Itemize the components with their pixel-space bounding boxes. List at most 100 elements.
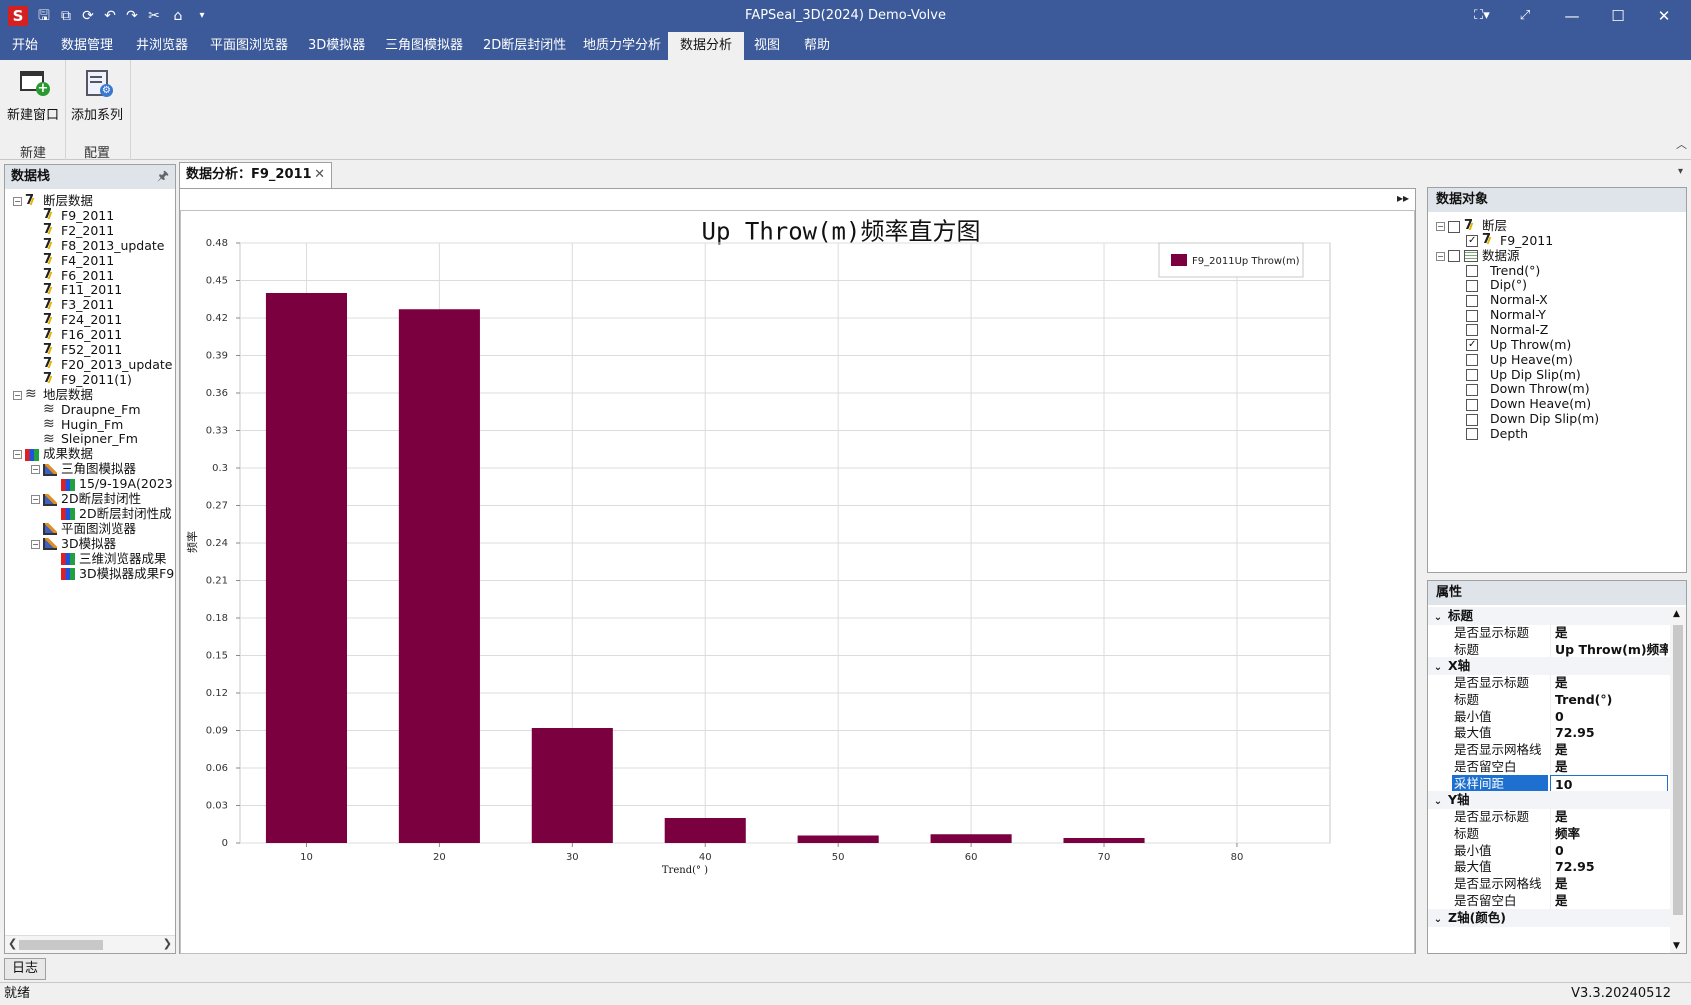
- maximize-button[interactable]: ☐: [1598, 4, 1638, 28]
- data-object-item[interactable]: Normal-X: [1466, 292, 1548, 308]
- property-value[interactable]: Trend(°): [1550, 690, 1668, 709]
- data-object-item[interactable]: Normal-Z: [1466, 322, 1548, 338]
- checkbox[interactable]: [1466, 354, 1478, 367]
- tree-item[interactable]: Sleipner_Fm: [31, 431, 138, 447]
- add-series-button[interactable]: ⚙ 添加系列: [66, 66, 128, 126]
- data-object-item[interactable]: Depth: [1466, 426, 1528, 442]
- property-value[interactable]: 是: [1550, 623, 1668, 642]
- minimize-button[interactable]: —: [1552, 4, 1592, 28]
- collapse-toggle-icon[interactable]: −: [31, 465, 40, 475]
- tree-item[interactable]: − 3D模拟器: [31, 536, 116, 552]
- property-value[interactable]: 72.95: [1550, 724, 1668, 743]
- checkbox[interactable]: [1466, 398, 1478, 411]
- chevron-down-icon[interactable]: ⌄: [1428, 911, 1448, 929]
- menu-triangle-simulator[interactable]: 三角图模拟器: [373, 32, 475, 60]
- tree-item[interactable]: 平面图浏览器: [31, 521, 136, 537]
- data-object-item[interactable]: Up Dip Slip(m): [1466, 367, 1581, 383]
- scroll-down-icon[interactable]: ▼: [1673, 941, 1680, 951]
- collapse-toggle-icon[interactable]: −: [31, 539, 40, 549]
- menu-help[interactable]: 帮助: [792, 32, 842, 60]
- data-object-item[interactable]: Normal-Y: [1466, 307, 1546, 323]
- property-row[interactable]: 标题 Up Throw(m)频率直: [1428, 640, 1670, 659]
- tree-item[interactable]: − 三角图模拟器: [31, 461, 136, 477]
- property-group[interactable]: ⌄ Y轴: [1428, 791, 1670, 810]
- menu-3d-simulator[interactable]: 3D模拟器: [296, 32, 377, 60]
- scrollbar-thumb[interactable]: [19, 940, 103, 950]
- property-group[interactable]: ⌄ X轴: [1428, 657, 1670, 676]
- menu-2d-fault-seal[interactable]: 2D断层封闭性: [471, 32, 578, 60]
- menu-start[interactable]: 开始: [0, 32, 50, 60]
- property-row[interactable]: 是否显示标题 是: [1428, 808, 1670, 826]
- property-value[interactable]: 72.95: [1550, 858, 1668, 877]
- scroll-up-icon[interactable]: ▲: [1673, 609, 1680, 619]
- close-tab-icon[interactable]: ✕: [314, 163, 325, 187]
- menu-data-analysis[interactable]: 数据分析: [668, 32, 745, 60]
- checkbox[interactable]: [1466, 428, 1478, 441]
- fullscreen-icon[interactable]: ⤢: [1505, 4, 1545, 28]
- tab-list-dropdown-icon[interactable]: ▾: [1678, 166, 1683, 177]
- tree-item[interactable]: F9_2011(1): [31, 371, 132, 388]
- data-object-item[interactable]: Dip(°): [1466, 277, 1527, 293]
- tree-item[interactable]: − 成果数据: [13, 446, 93, 462]
- property-row[interactable]: 是否显示网格线是: [1428, 741, 1670, 759]
- data-object-item[interactable]: Down Throw(m): [1466, 381, 1590, 397]
- collapse-toggle-icon[interactable]: −: [31, 495, 40, 504]
- menu-data-management[interactable]: 数据管理: [49, 32, 125, 60]
- property-row[interactable]: 标题 频率: [1428, 824, 1670, 843]
- property-value[interactable]: 0: [1550, 707, 1668, 726]
- checkbox[interactable]: [1466, 235, 1478, 248]
- checkbox[interactable]: [1448, 220, 1460, 233]
- tree-item[interactable]: F20_2013_update: [31, 356, 172, 373]
- menu-geomechanics[interactable]: 地质力学分析: [571, 32, 673, 60]
- tree-item[interactable]: 15/9-19A(2023: [49, 476, 173, 492]
- data-object-item[interactable]: Down Dip Slip(m): [1466, 411, 1599, 427]
- property-value[interactable]: 频率: [1550, 824, 1668, 843]
- checkbox[interactable]: [1448, 250, 1460, 263]
- property-row[interactable]: 是否留空白 是: [1428, 891, 1670, 910]
- tab-data-analysis[interactable]: 数据分析：F9_2011 ✕: [179, 162, 332, 188]
- checkbox[interactable]: [1466, 383, 1478, 396]
- scroll-right-icon[interactable]: ❯: [163, 937, 172, 950]
- property-value[interactable]: 是: [1550, 808, 1668, 826]
- scroll-left-icon[interactable]: ❮: [8, 937, 17, 950]
- data-object-item[interactable]: Up Throw(m): [1466, 337, 1571, 353]
- property-row[interactable]: 是否显示网格线是: [1428, 875, 1670, 893]
- checkbox[interactable]: [1466, 279, 1478, 292]
- menu-view[interactable]: 视图: [742, 32, 792, 60]
- checkbox[interactable]: [1466, 294, 1478, 307]
- collapse-toggle-icon[interactable]: −: [13, 197, 22, 206]
- property-group[interactable]: ⌄ 标题: [1428, 607, 1670, 625]
- property-value[interactable]: Up Throw(m)频率直: [1550, 640, 1668, 659]
- property-row[interactable]: 是否显示标题 是: [1428, 623, 1670, 642]
- checkbox[interactable]: [1466, 413, 1478, 426]
- data-object-item[interactable]: Down Heave(m): [1466, 396, 1591, 412]
- property-row[interactable]: 最小值 0: [1428, 707, 1670, 726]
- property-value[interactable]: 10: [1550, 774, 1668, 793]
- property-row[interactable]: 标题 Trend(°): [1428, 690, 1670, 709]
- property-value[interactable]: 是: [1550, 741, 1668, 759]
- pin-icon[interactable]: 🖈: [157, 165, 169, 189]
- checkbox[interactable]: [1466, 265, 1478, 278]
- checkbox[interactable]: [1466, 309, 1478, 322]
- collapse-toggle-icon[interactable]: −: [13, 450, 22, 460]
- tree-item[interactable]: 3D模拟器成果F9: [49, 566, 174, 582]
- checkbox[interactable]: [1466, 369, 1478, 381]
- theme-icon[interactable]: ⛶▾: [1462, 4, 1502, 28]
- property-value[interactable]: 是: [1550, 674, 1668, 692]
- new-window-button[interactable]: + 新建窗口: [2, 66, 64, 126]
- tree-item[interactable]: − 2D断层封闭性: [31, 491, 141, 507]
- property-row[interactable]: 最大值 72.95: [1428, 858, 1670, 877]
- collapse-toggle-icon[interactable]: −: [13, 390, 22, 400]
- checkbox[interactable]: [1466, 339, 1478, 352]
- property-row[interactable]: 是否留空白 是: [1428, 757, 1670, 776]
- menu-well-browser[interactable]: 井浏览器: [124, 32, 200, 60]
- data-object-item[interactable]: F9_2011: [1466, 232, 1553, 249]
- property-value[interactable]: 是: [1550, 891, 1668, 910]
- data-object-item[interactable]: − 断层: [1436, 218, 1507, 234]
- property-value[interactable]: 是: [1550, 757, 1668, 776]
- close-button[interactable]: ✕: [1644, 4, 1684, 28]
- scrollbar-thumb[interactable]: [1673, 625, 1683, 915]
- collapse-toggle-icon[interactable]: −: [1436, 222, 1445, 231]
- property-group[interactable]: ⌄ Z轴(颜色): [1428, 908, 1670, 929]
- property-row[interactable]: 最小值 0: [1428, 841, 1670, 860]
